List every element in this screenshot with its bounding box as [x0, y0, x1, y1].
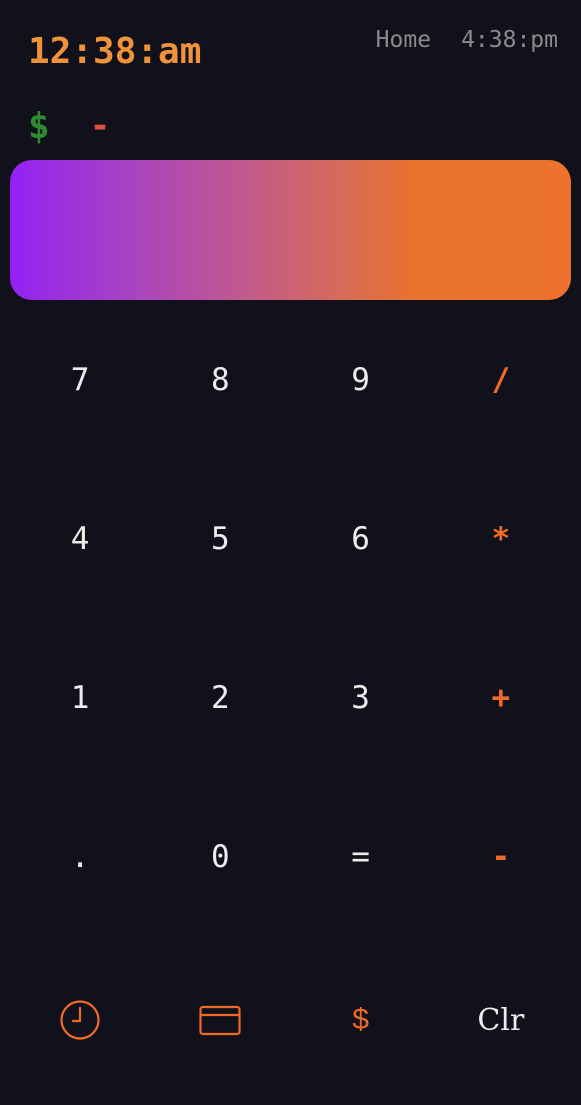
- header-right: Home 4:38:pm: [376, 26, 558, 54]
- key-3[interactable]: 3: [291, 618, 431, 777]
- clock-icon: [60, 1000, 100, 1040]
- currency-button[interactable]: $: [291, 990, 431, 1050]
- key-decimal[interactable]: .: [10, 777, 150, 936]
- clear-button[interactable]: Clr: [431, 990, 571, 1050]
- key-subtract[interactable]: -: [431, 777, 571, 936]
- key-add[interactable]: +: [431, 618, 571, 777]
- key-0[interactable]: 0: [150, 777, 290, 936]
- key-4[interactable]: 4: [10, 459, 150, 618]
- current-time: 12:38:am: [28, 31, 202, 72]
- currency-symbol: $: [28, 105, 50, 147]
- key-9[interactable]: 9: [291, 300, 431, 459]
- clear-label: Clr: [477, 1002, 525, 1038]
- key-5[interactable]: 5: [150, 459, 290, 618]
- prompt-row: $ -: [28, 104, 110, 148]
- location-label[interactable]: Home: [376, 26, 431, 54]
- card-icon: [199, 1005, 241, 1036]
- dollar-icon: $: [352, 1003, 369, 1036]
- secondary-time: 4:38:pm: [461, 27, 558, 53]
- card-button[interactable]: [150, 990, 290, 1050]
- key-7[interactable]: 7: [10, 300, 150, 459]
- key-8[interactable]: 8: [150, 300, 290, 459]
- key-multiply[interactable]: *: [431, 459, 571, 618]
- key-1[interactable]: 1: [10, 618, 150, 777]
- history-button[interactable]: [10, 990, 150, 1050]
- keypad: 7 8 9 / 4 5 6 * 1 2 3 + . 0 = -: [10, 300, 571, 936]
- display-panel: [10, 160, 571, 300]
- key-divide[interactable]: /: [431, 300, 571, 459]
- bottom-toolbar: $ Clr: [10, 990, 571, 1050]
- key-2[interactable]: 2: [150, 618, 290, 777]
- key-6[interactable]: 6: [291, 459, 431, 618]
- input-value: -: [89, 106, 111, 146]
- key-equals[interactable]: =: [291, 777, 431, 936]
